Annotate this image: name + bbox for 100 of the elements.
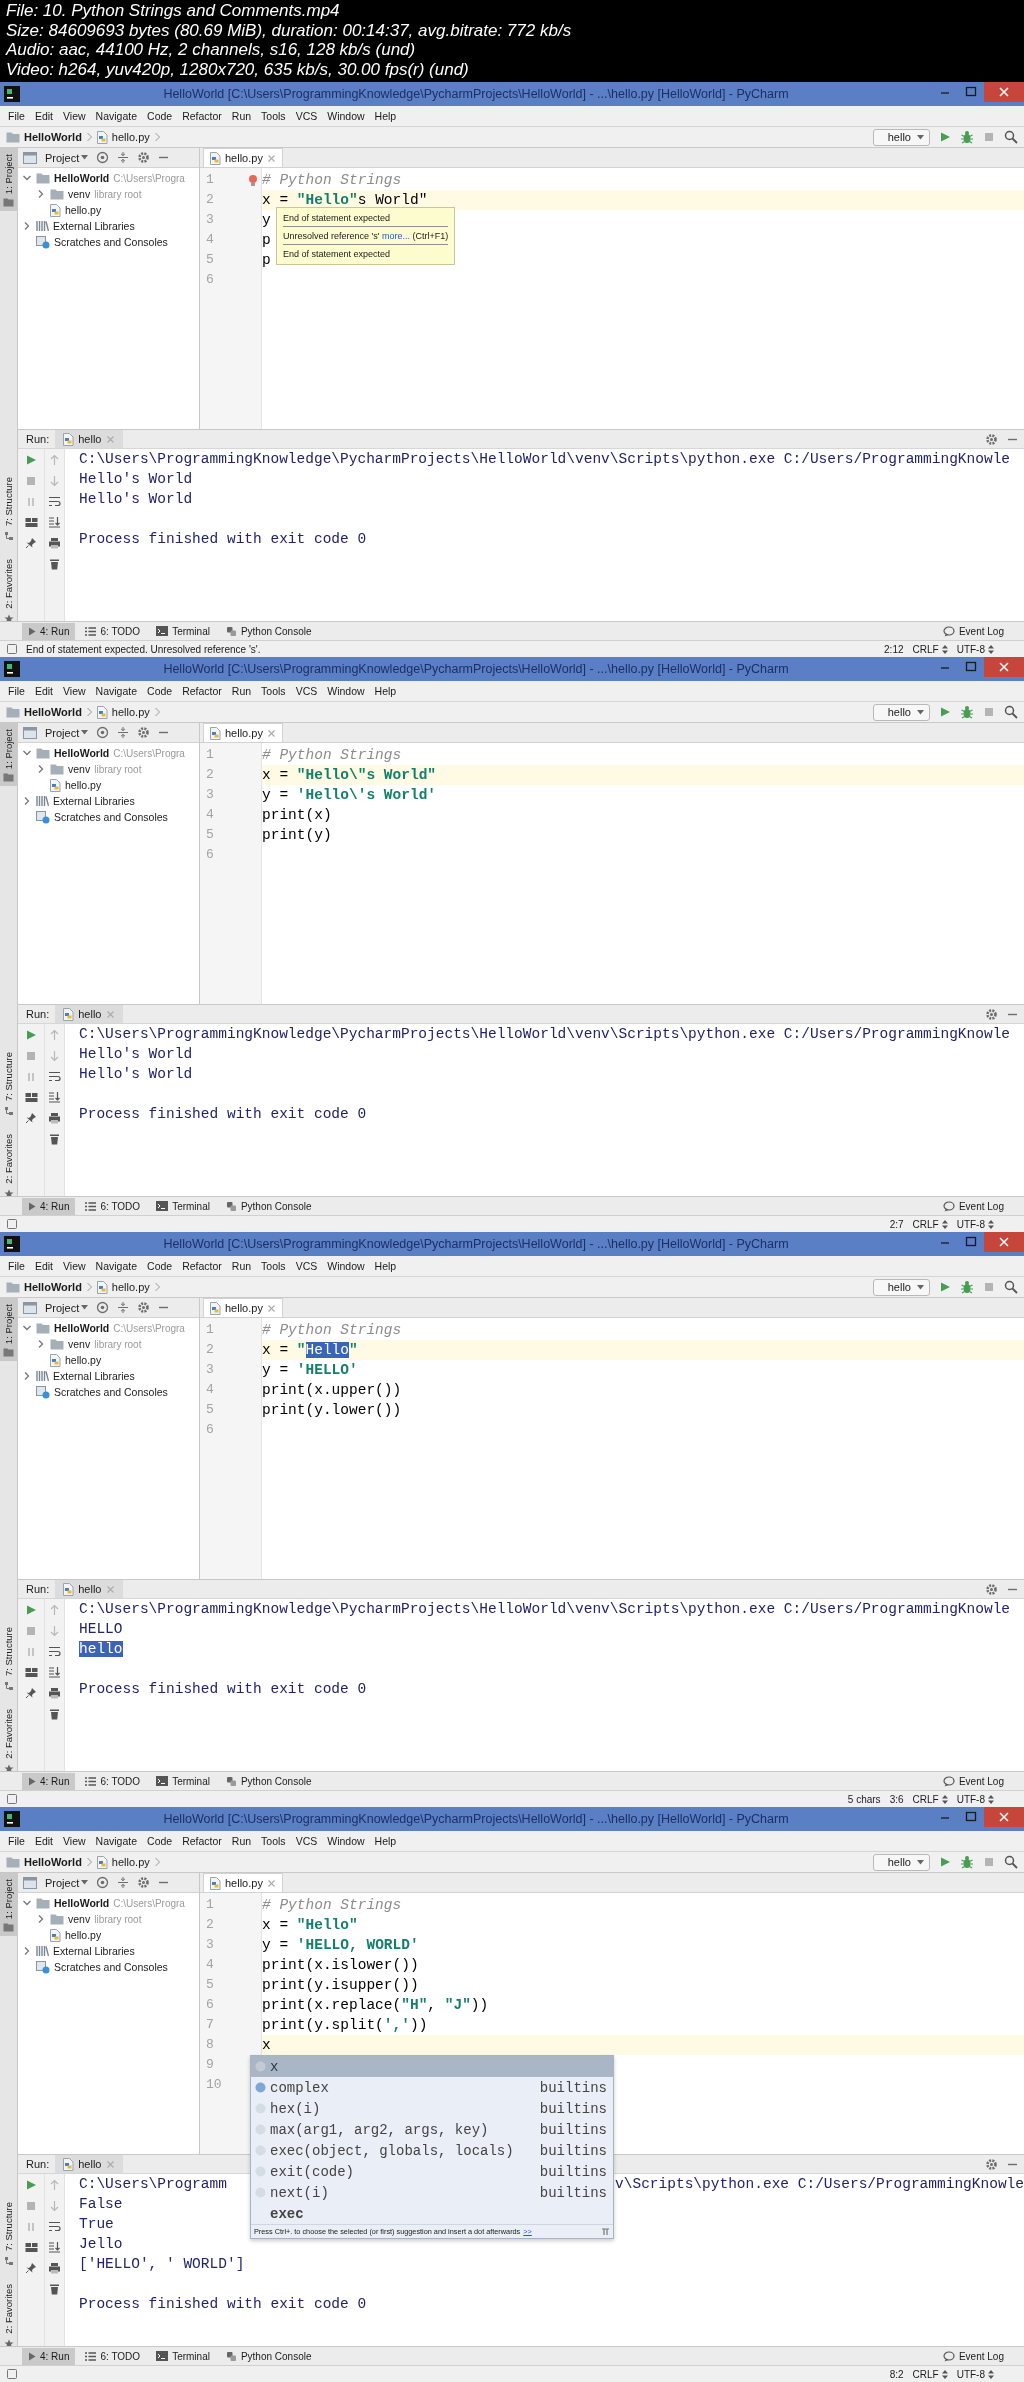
completion-item[interactable]: max(arg1, arg2, args, key) builtins [251, 2119, 613, 2140]
menu-item[interactable]: Run [226, 1260, 257, 1272]
scroll-to-end-icon[interactable] [48, 1666, 61, 1678]
menu-item[interactable]: Help [369, 685, 402, 697]
menu-item[interactable]: Edit [29, 110, 58, 122]
menu-item[interactable]: Refactor [177, 1835, 227, 1847]
menu-item[interactable]: Navigate [90, 110, 143, 122]
settings-icon[interactable] [985, 2157, 998, 2171]
tree-item[interactable]: hello.py [65, 1354, 102, 1366]
scroll-to-end-icon[interactable] [48, 2241, 61, 2253]
completion-item[interactable]: exec(object, globals, locals) builtins [251, 2140, 613, 2161]
project-view-dropdown[interactable]: Project [45, 1301, 89, 1314]
tree-item[interactable]: hello.py [65, 204, 102, 216]
tree-item[interactable]: venv [68, 1338, 91, 1350]
collapse-icon[interactable] [117, 726, 130, 739]
chevron-down-icon[interactable] [22, 1323, 32, 1333]
settings-icon[interactable] [137, 151, 151, 164]
soft-wrap-icon[interactable] [48, 496, 61, 507]
menu-item[interactable]: VCS [290, 110, 323, 122]
print-icon[interactable] [48, 537, 61, 549]
print-icon[interactable] [48, 1112, 61, 1124]
status-item[interactable]: CRLF [912, 1218, 939, 1230]
menu-item[interactable]: Code [142, 1835, 178, 1847]
tool-window-tab[interactable]: 7: Structure [3, 2202, 14, 2267]
completion-item[interactable]: x [251, 2056, 613, 2077]
soft-wrap-icon[interactable] [48, 2221, 61, 2232]
chevron-right-icon[interactable] [22, 1371, 32, 1381]
more-link[interactable]: more... [382, 231, 410, 241]
menu-item[interactable]: Help [369, 110, 402, 122]
project-view-dropdown[interactable]: Project [45, 151, 89, 164]
run-icon[interactable] [939, 706, 951, 718]
status-item[interactable]: CRLF [912, 1793, 939, 1805]
completion-item[interactable]: complex builtins [251, 2077, 613, 2098]
tool-window-tab[interactable]: Terminal [150, 622, 216, 640]
tool-window-tab[interactable]: 6: TODO [79, 622, 147, 640]
tool-window-tab[interactable]: 6: TODO [79, 2347, 147, 2365]
editor-tab[interactable]: hello.py [203, 723, 283, 742]
run-icon[interactable] [939, 131, 951, 143]
menu-item[interactable]: File [3, 685, 30, 697]
collapse-icon[interactable] [117, 1876, 130, 1889]
chevron-right-icon[interactable] [36, 1914, 46, 1924]
settings-icon[interactable] [137, 726, 151, 739]
tool-window-tab[interactable]: Terminal [150, 1772, 216, 1790]
tree-item[interactable]: venv [68, 1913, 91, 1925]
project-tool-tab[interactable]: 1: Project [0, 1873, 18, 1937]
tree-item[interactable]: External Libraries [53, 1945, 135, 1957]
menu-item[interactable]: VCS [290, 1260, 323, 1272]
status-item[interactable]: UTF-8 [956, 2368, 985, 2380]
tool-window-tab[interactable]: 4: Run [22, 2347, 76, 2365]
debug-icon[interactable] [960, 1855, 974, 1869]
tool-window-tab[interactable]: Python Console [219, 2347, 318, 2365]
locate-icon[interactable] [96, 151, 110, 164]
collapse-icon[interactable] [117, 151, 130, 164]
run-tab[interactable]: hello [55, 430, 123, 448]
debug-icon[interactable] [960, 1280, 974, 1294]
menu-item[interactable]: Tools [256, 1260, 291, 1272]
status-icon[interactable] [6, 1218, 18, 1230]
run-tab[interactable]: hello [55, 2155, 123, 2173]
menu-item[interactable]: Window [322, 110, 370, 122]
search-icon[interactable] [1004, 705, 1018, 719]
editor-tab[interactable]: hello.py [203, 1873, 283, 1892]
trash-icon[interactable] [49, 1708, 60, 1720]
editor-tab[interactable]: hello.py [203, 1298, 283, 1317]
debug-icon[interactable] [960, 130, 974, 144]
run-config-dropdown[interactable]: hello [872, 1853, 930, 1871]
chevron-right-icon[interactable] [36, 189, 46, 199]
run-config-dropdown[interactable]: hello [872, 703, 930, 721]
menu-item[interactable]: View [58, 685, 91, 697]
tool-window-tab[interactable]: 7: Structure [3, 1052, 14, 1117]
project-view-dropdown[interactable]: Project [45, 1876, 89, 1889]
settings-icon[interactable] [137, 1301, 151, 1314]
menu-item[interactable]: Help [369, 1260, 402, 1272]
tool-window-tab[interactable]: Python Console [219, 1772, 318, 1790]
scroll-to-end-icon[interactable] [48, 1091, 61, 1103]
breadcrumb[interactable]: hello.py [111, 706, 150, 718]
updown-icon[interactable] [941, 644, 948, 654]
breadcrumb[interactable]: HelloWorld [24, 706, 82, 718]
menu-item[interactable]: Refactor [177, 110, 227, 122]
updown-icon[interactable] [941, 2369, 948, 2379]
menu-item[interactable]: Code [142, 110, 178, 122]
settings-icon[interactable] [985, 432, 998, 446]
run-icon[interactable] [25, 1604, 37, 1616]
status-icon[interactable] [6, 1793, 18, 1805]
breadcrumb[interactable]: HelloWorld [24, 131, 82, 143]
search-icon[interactable] [1004, 1280, 1018, 1294]
tree-item[interactable]: External Libraries [53, 220, 135, 232]
menu-item[interactable]: View [58, 1835, 91, 1847]
run-tab[interactable]: hello [55, 1005, 123, 1023]
status-item[interactable]: UTF-8 [956, 643, 985, 655]
bulb-icon[interactable] [248, 173, 258, 187]
run-icon[interactable] [939, 1281, 951, 1293]
updown-icon[interactable] [941, 1219, 948, 1229]
menu-item[interactable]: Navigate [90, 685, 143, 697]
menu-item[interactable]: Run [226, 685, 257, 697]
breadcrumb[interactable]: HelloWorld [24, 1281, 82, 1293]
settings-icon[interactable] [137, 1876, 151, 1889]
tool-window-tab[interactable]: 6: TODO [79, 1772, 147, 1790]
tree-item[interactable]: hello.py [65, 779, 102, 791]
tree-item[interactable]: hello.py [65, 1929, 102, 1941]
trash-icon[interactable] [49, 1133, 60, 1145]
